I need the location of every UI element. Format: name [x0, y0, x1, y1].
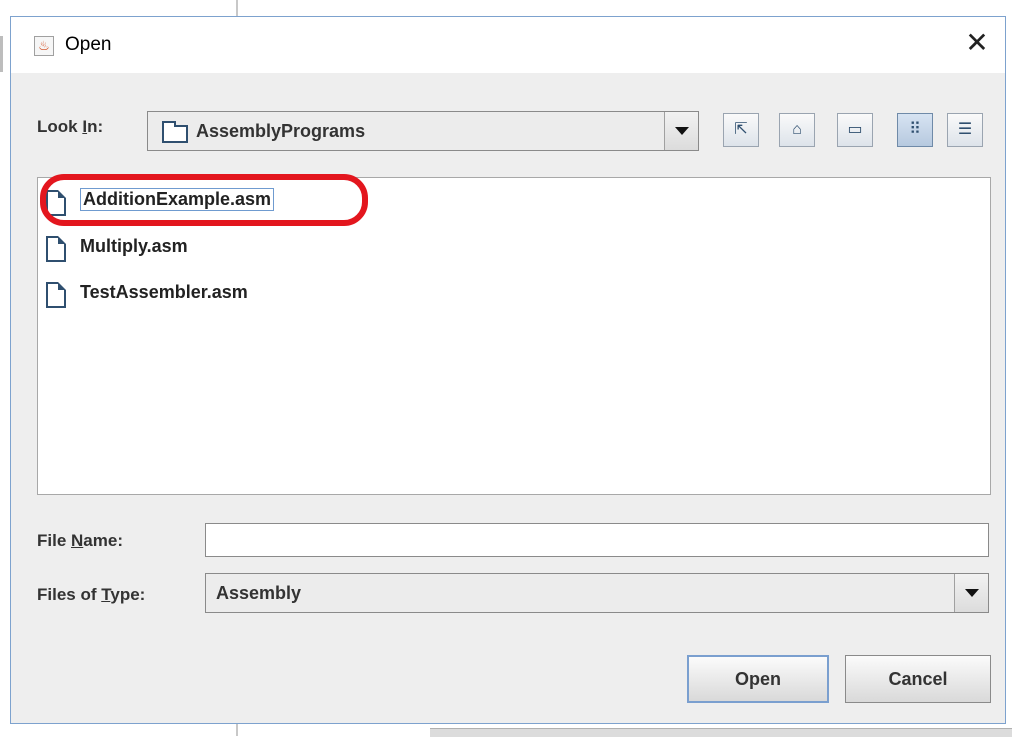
java-icon: ♨ — [34, 36, 54, 56]
open-dialog: ♨ Open ✕ Look In: AssemblyPrograms ⇱ ⌂ ▭… — [10, 16, 1006, 724]
file-name-label: File Name: — [37, 531, 123, 550]
highlight-annotation — [40, 174, 368, 226]
file-type-combo[interactable]: Assembly — [205, 573, 989, 613]
background-window-edge — [236, 722, 238, 736]
details-view-icon: ☰ — [957, 121, 973, 138]
look-in-value: AssemblyPrograms — [196, 121, 366, 141]
cancel-button[interactable]: Cancel — [845, 655, 991, 703]
file-name-field[interactable] — [205, 523, 989, 557]
files-of-type-label: Files of Type: — [37, 585, 146, 604]
list-view-button[interactable]: ⠿ — [897, 113, 933, 147]
file-type-value: Assembly — [216, 583, 302, 603]
window-title: Open — [65, 34, 112, 55]
new-folder-button[interactable]: ▭ — [837, 113, 873, 147]
look-in-label: Look In: — [37, 117, 104, 136]
list-view-icon: ⠿ — [909, 121, 921, 138]
folder-icon — [162, 121, 188, 143]
file-name-text: TestAssembler.asm — [80, 282, 248, 302]
look-in-combo[interactable]: AssemblyPrograms — [147, 111, 699, 151]
home-icon: ⌂ — [792, 121, 802, 138]
up-one-level-button[interactable]: ⇱ — [723, 113, 759, 147]
folder-up-icon: ⇱ — [734, 121, 748, 138]
new-folder-icon: ▭ — [847, 121, 863, 138]
close-button[interactable]: ✕ — [959, 27, 995, 61]
chevron-down-icon[interactable] — [664, 112, 698, 150]
file-icon — [46, 236, 66, 262]
home-button[interactable]: ⌂ — [779, 113, 815, 147]
open-button[interactable]: Open — [687, 655, 829, 703]
chevron-down-icon[interactable] — [954, 574, 988, 612]
file-icon — [46, 282, 66, 308]
file-list[interactable]: AdditionExample.asm Multiply.asm TestAss… — [37, 174, 991, 495]
details-view-button[interactable]: ☰ — [947, 113, 983, 147]
file-name-text: Multiply.asm — [80, 236, 188, 256]
title-bar: ♨ Open ✕ — [11, 17, 1005, 73]
background-window-edge — [0, 36, 3, 72]
